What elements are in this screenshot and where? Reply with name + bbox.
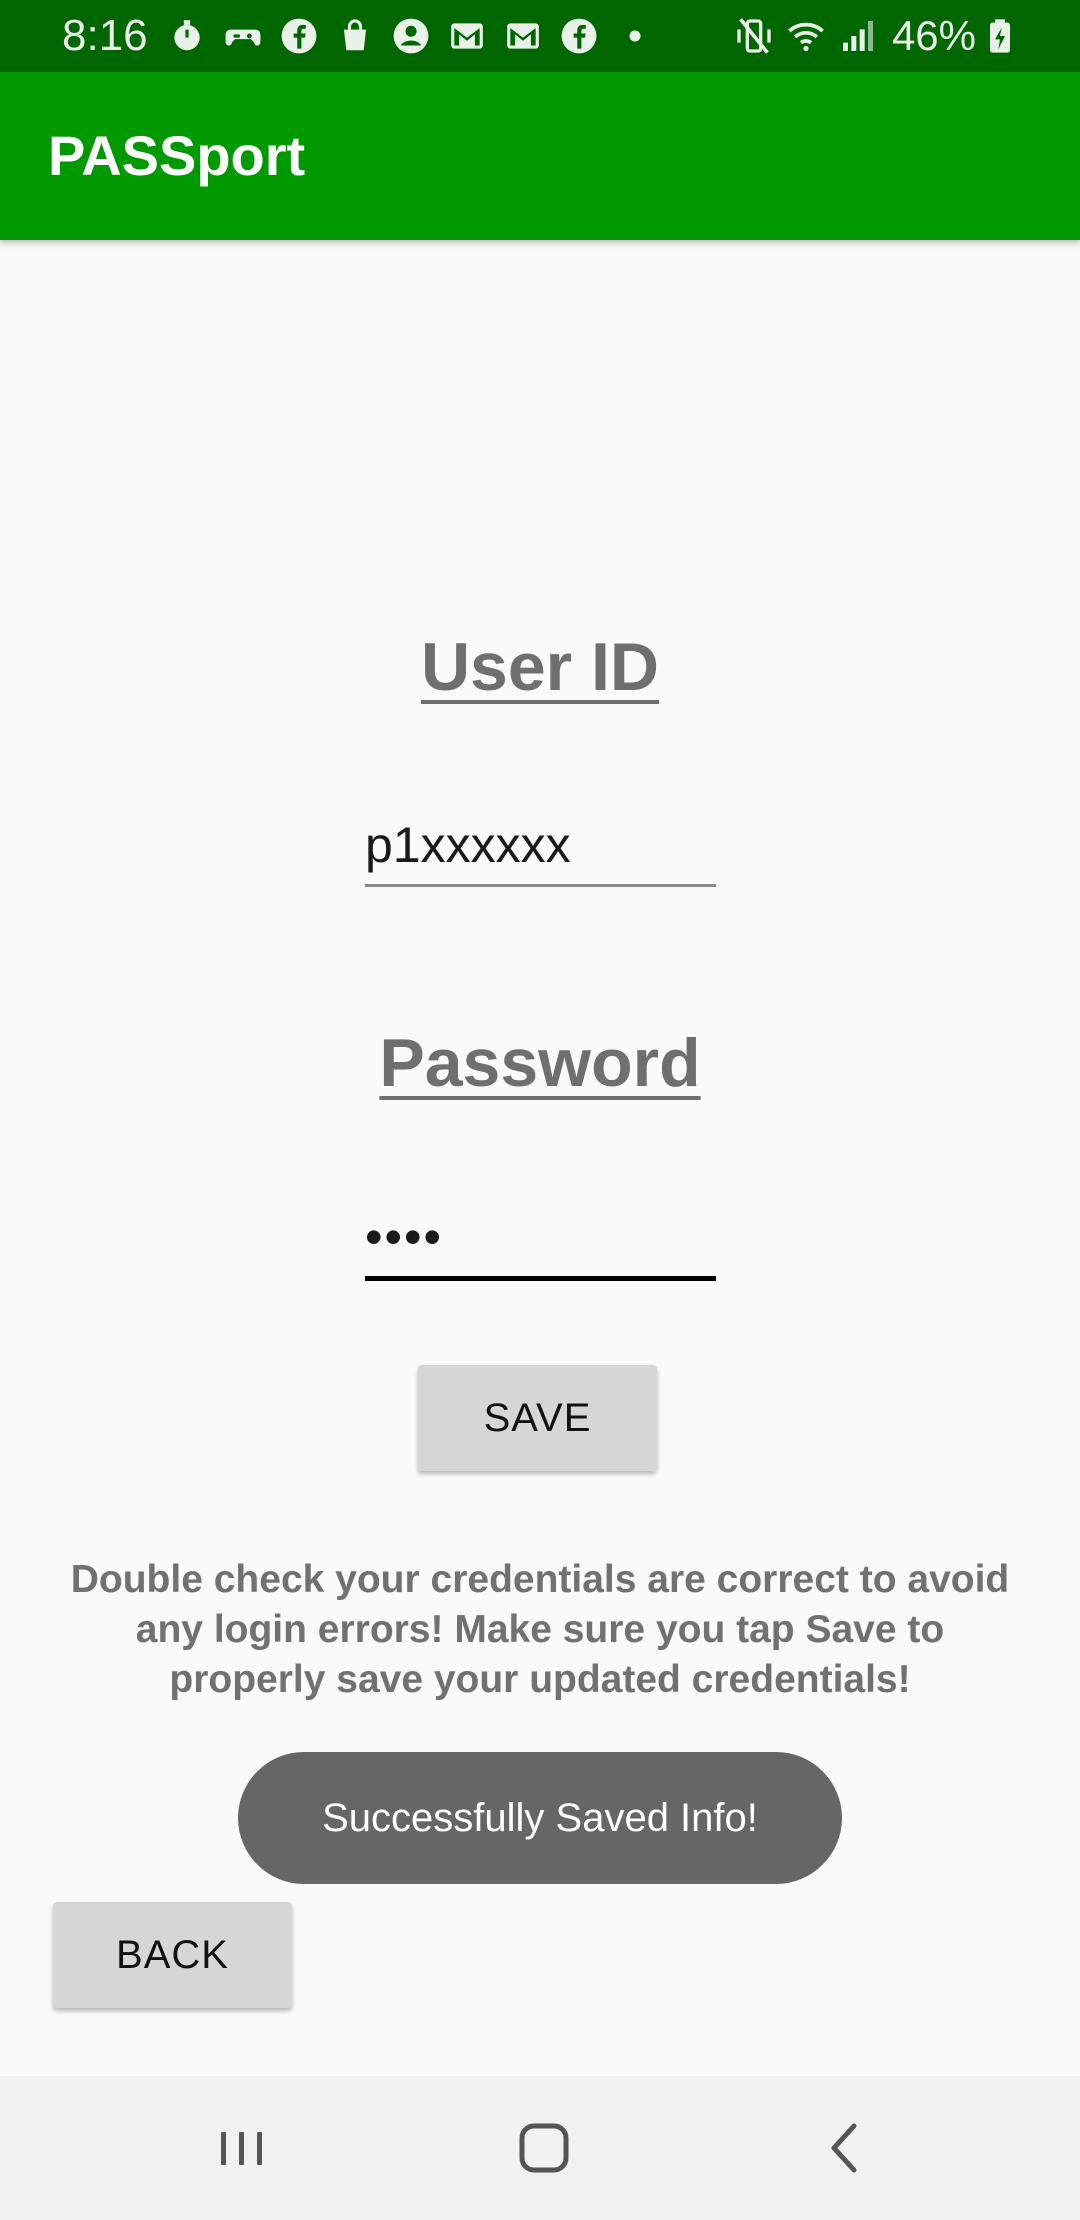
notification-icons [168, 14, 672, 58]
wifi-icon [788, 22, 824, 52]
gmail-icon [451, 23, 483, 49]
save-button[interactable]: SAVE [418, 1365, 657, 1471]
battery-charging-icon [990, 19, 1010, 53]
password-input[interactable] [365, 1198, 716, 1281]
home-icon[interactable] [508, 2112, 580, 2184]
gmail-icon [507, 23, 539, 49]
account-icon [393, 18, 429, 54]
back-arrow-icon[interactable] [810, 2112, 882, 2184]
credentials-hint: Double check your credentials are correc… [70, 1558, 1010, 1701]
navigation-bar [0, 2076, 1080, 2220]
game-controller-icon [225, 29, 261, 46]
user-id-label: User ID [420, 629, 660, 705]
facebook-icon [561, 18, 597, 54]
system-icons: 46% [722, 10, 1020, 62]
user-id-input[interactable] [365, 806, 716, 887]
toast-message: Successfully Saved Info! [238, 1752, 842, 1884]
battery-percent: 46% [891, 12, 976, 59]
facebook-icon [281, 18, 317, 54]
password-label: Password [379, 1025, 701, 1101]
dot-icon [629, 30, 641, 42]
shopping-bag-icon [343, 19, 367, 51]
status-time: 8:16 [62, 11, 148, 60]
app-title: PASSport [48, 124, 306, 187]
back-button[interactable]: BACK [53, 1902, 292, 2008]
vibrate-mute-icon [737, 18, 771, 54]
timer-icon [174, 20, 200, 51]
status-bar: 8:16 46% [0, 0, 1080, 72]
app-bar: PASSport [0, 72, 1080, 240]
recents-icon[interactable] [206, 2112, 278, 2184]
signal-icon [842, 21, 873, 51]
